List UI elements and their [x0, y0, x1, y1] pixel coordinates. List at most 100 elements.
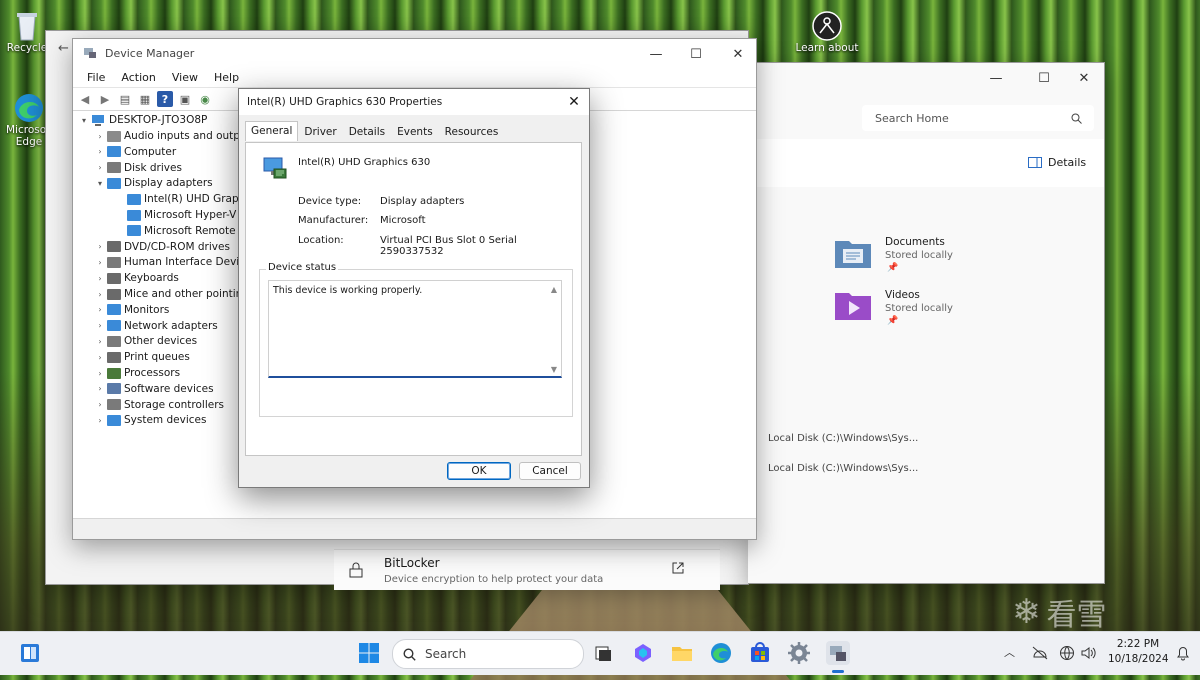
menu-file[interactable]: File [79, 71, 113, 84]
chevron-right-icon[interactable]: › [95, 163, 105, 172]
tree-category[interactable]: › Monitors [95, 302, 169, 318]
back-arrow-icon[interactable]: ◀ [77, 91, 93, 107]
task-view-icon[interactable] [591, 641, 615, 665]
back-arrow-icon[interactable]: ← [58, 41, 69, 56]
tree-category[interactable]: › Keyboards [95, 270, 178, 286]
general-tab-panel: Intel(R) UHD Graphics 630 Device type: D… [245, 142, 582, 456]
chevron-right-icon[interactable]: › [95, 274, 105, 283]
chevron-right-icon[interactable]: › [95, 400, 105, 409]
taskbar: Search ︿ 2:22 PM 10/18/2024 [0, 631, 1200, 675]
tree-category[interactable]: › Software devices [95, 381, 213, 397]
menu-help[interactable]: Help [206, 71, 247, 84]
show-hide-console-tree-icon[interactable]: ▤ [117, 91, 133, 107]
ok-button[interactable]: OK [447, 462, 511, 480]
chevron-right-icon[interactable]: › [95, 384, 105, 393]
cancel-button[interactable]: Cancel [519, 462, 581, 480]
bitlocker-row[interactable]: BitLocker Device encryption to help prot… [334, 549, 720, 590]
chevron-right-icon[interactable]: › [95, 305, 105, 314]
chevron-right-icon[interactable]: › [95, 337, 105, 346]
taskbar-search-label: Search [425, 647, 467, 661]
device-manager-taskbar-icon[interactable] [826, 641, 850, 665]
store-icon[interactable] [748, 641, 772, 665]
chevron-right-icon[interactable]: › [95, 369, 105, 378]
device-status-textbox[interactable]: This device is working properly. ▲ ▼ [268, 280, 562, 378]
properties-icon[interactable]: ▦ [137, 91, 153, 107]
network-offline-icon[interactable] [1031, 645, 1049, 661]
chevron-right-icon[interactable]: › [95, 416, 105, 425]
chevron-right-icon[interactable]: › [95, 290, 105, 299]
device-type-label: Device type: [298, 196, 362, 207]
globe-icon[interactable] [1059, 645, 1075, 661]
recent-item[interactable]: Local Disk (C:)\Windows\Sys... [768, 433, 918, 444]
tree-category[interactable]: › System devices [95, 412, 206, 428]
tree-category[interactable]: › Computer [95, 144, 176, 160]
recycle-bin-label: Recycle [6, 42, 48, 54]
minimize-button[interactable]: — [978, 63, 1014, 93]
scroll-down-icon[interactable]: ▼ [551, 365, 557, 374]
tree-category[interactable]: › Storage controllers [95, 397, 224, 413]
forward-arrow-icon[interactable]: ▶ [97, 91, 113, 107]
tab-general[interactable]: General [245, 121, 299, 141]
tree-category[interactable]: › DVD/CD-ROM drives [95, 239, 230, 255]
chevron-right-icon[interactable]: › [95, 258, 105, 267]
maximize-button[interactable]: ☐ [673, 39, 719, 69]
tab-details[interactable]: Details [343, 122, 391, 142]
tree-category[interactable]: › Human Interface Devices [95, 254, 257, 270]
watermark: ❄ 看雪 [1012, 590, 1107, 634]
properties-dialog[interactable]: Intel(R) UHD Graphics 630 Properties ✕ G… [238, 88, 590, 488]
search-home-input[interactable]: Search Home [862, 105, 1094, 131]
file-explorer-icon[interactable] [670, 641, 694, 665]
search-home-placeholder: Search Home [875, 111, 949, 125]
widgets-icon[interactable] [18, 641, 42, 665]
tab-driver[interactable]: Driver [298, 122, 342, 142]
chevron-right-icon[interactable]: › [95, 321, 105, 330]
help-icon[interactable]: ? [157, 91, 173, 107]
settings-gear-icon[interactable] [787, 641, 811, 665]
recent-item[interactable]: Local Disk (C:)\Windows\Sys... [768, 463, 918, 474]
update-driver-icon[interactable]: ▣ [177, 91, 193, 107]
recycle-bin-shortcut[interactable]: Recycle [4, 10, 50, 54]
file-explorer-window[interactable]: — ☐ ✕ Search Home Details Documents Stor… [748, 62, 1105, 584]
tree-category[interactable]: › Processors [95, 365, 180, 381]
dialog-title: Intel(R) UHD Graphics 630 Properties [247, 96, 443, 108]
chevron-right-icon[interactable]: › [95, 242, 105, 251]
start-button-icon[interactable] [357, 641, 381, 665]
tree-root[interactable]: ▾ DESKTOP-JTO3O8P [79, 112, 207, 128]
scroll-up-icon[interactable]: ▲ [551, 285, 557, 294]
chevron-right-icon[interactable]: › [95, 147, 105, 156]
close-icon[interactable]: ✕ [565, 93, 583, 111]
details-button[interactable]: Details [1028, 156, 1086, 169]
tree-category[interactable]: › Other devices [95, 333, 197, 349]
scan-hardware-icon[interactable]: ◉ [197, 91, 213, 107]
chevron-right-icon[interactable]: › [95, 132, 105, 141]
chevron-down-icon[interactable]: ▾ [95, 179, 105, 188]
chevron-right-icon[interactable]: › [95, 353, 105, 362]
tree-category[interactable]: › Print queues [95, 349, 189, 365]
tab-events[interactable]: Events [391, 122, 439, 142]
edge-browser-icon[interactable] [709, 641, 733, 665]
device-type-value: Display adapters [380, 196, 465, 207]
maximize-button[interactable]: ☐ [1026, 63, 1062, 93]
notification-bell-icon[interactable] [1176, 645, 1190, 661]
clock[interactable]: 2:22 PM 10/18/2024 [1108, 637, 1169, 667]
tree-category[interactable]: › Audio inputs and outputs [95, 128, 256, 144]
copilot-icon[interactable] [631, 641, 655, 665]
menu-action[interactable]: Action [113, 71, 163, 84]
tree-category[interactable]: ▾ Display adapters [95, 175, 213, 191]
volume-icon[interactable] [1080, 645, 1096, 661]
close-button[interactable]: ✕ [715, 39, 761, 69]
close-button[interactable]: ✕ [1066, 63, 1102, 93]
chevron-down-icon[interactable]: ▾ [79, 116, 89, 125]
learn-about-shortcut[interactable]: Learn about [792, 10, 862, 54]
external-link-icon[interactable] [672, 562, 684, 574]
device-status-group: Device status This device is working pro… [259, 262, 573, 417]
tab-resources[interactable]: Resources [439, 122, 505, 142]
tree-category[interactable]: › Disk drives [95, 160, 182, 176]
show-hidden-icons-icon[interactable]: ︿ [1004, 644, 1015, 660]
dialog-titlebar[interactable]: Intel(R) UHD Graphics 630 Properties [239, 89, 589, 115]
menu-view[interactable]: View [164, 71, 206, 84]
taskbar-search[interactable]: Search [392, 639, 584, 669]
root-label: DESKTOP-JTO3O8P [109, 114, 208, 126]
device-category-icon [107, 399, 121, 411]
tree-category[interactable]: › Network adapters [95, 318, 217, 334]
